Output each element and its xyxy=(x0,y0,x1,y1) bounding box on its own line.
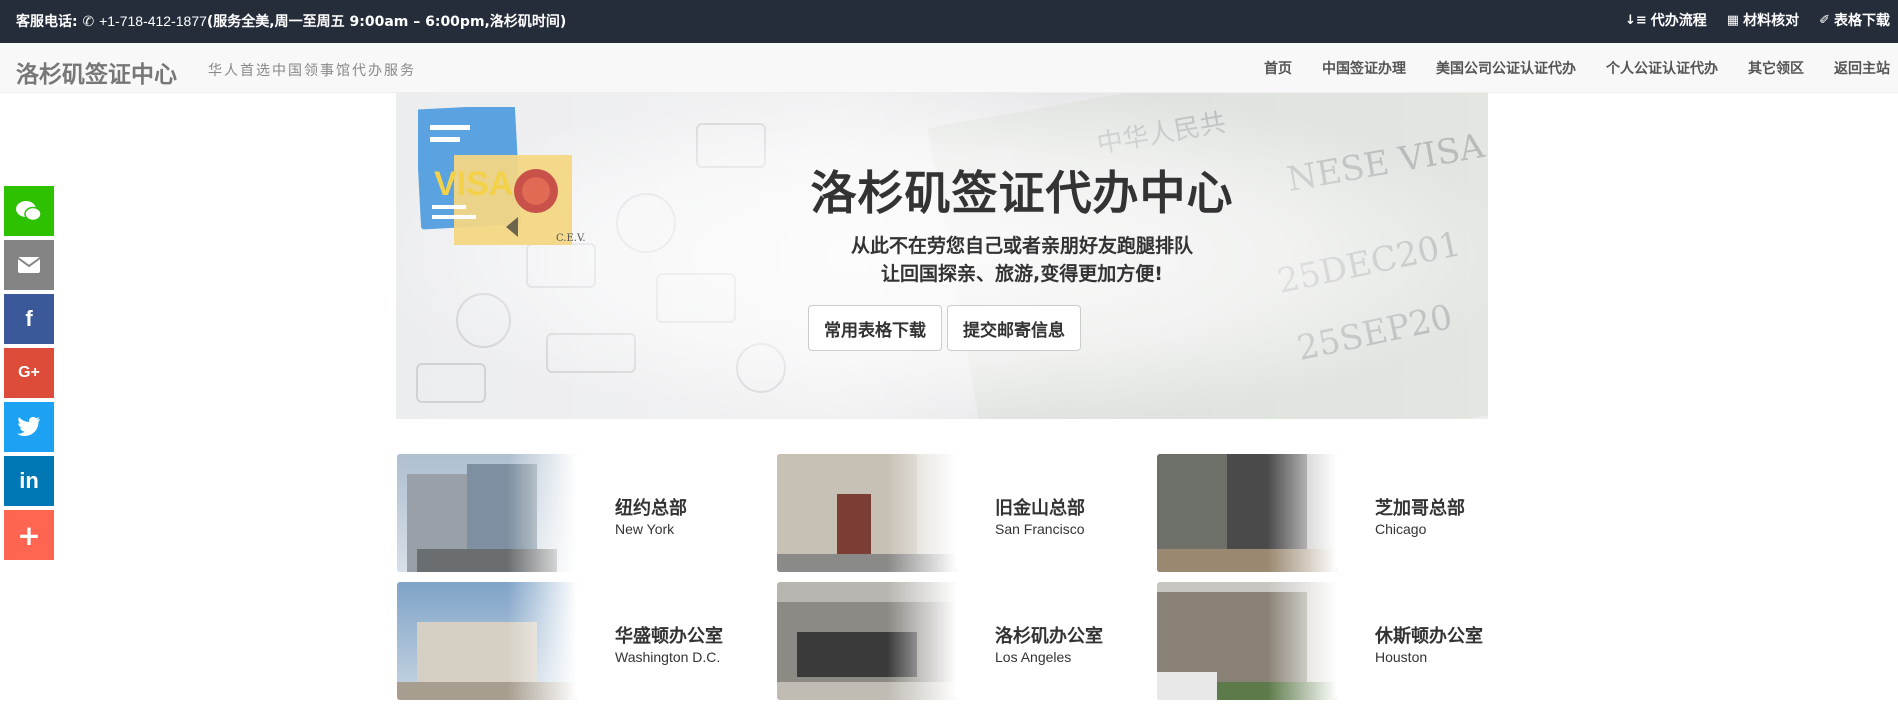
office-name-en: San Francisco xyxy=(995,521,1085,537)
twitter-icon xyxy=(17,417,40,436)
office-photo xyxy=(1157,454,1337,572)
main-navbar: 洛杉矶签证中心 华人首选中国领事馆代办服务 首页 中国签证办理 美国公司公证认证… xyxy=(0,43,1898,93)
forms-download-link[interactable]: ✐ 表格下载 xyxy=(1819,10,1890,30)
nav-item-home[interactable]: 首页 xyxy=(1264,58,1292,78)
site-tagline: 华人首选中国领事馆代办服务 xyxy=(208,63,416,79)
submit-mailing-info-button[interactable]: 提交邮寄信息 xyxy=(947,305,1081,351)
materials-check-label: 材料核对 xyxy=(1743,13,1800,29)
office-card-new-york[interactable]: 纽约总部 New York xyxy=(397,454,757,572)
office-name: 华盛顿办公室 xyxy=(615,626,723,647)
top-info-bar: 客服电话: ✆ +1-718-412-1877(服务全美,周一至周五 9:00a… xyxy=(0,0,1898,43)
office-card-chicago[interactable]: 芝加哥总部 Chicago xyxy=(1157,454,1517,572)
office-card-los-angeles[interactable]: 洛杉矶办公室 Los Angeles xyxy=(777,582,1137,700)
nav-item-company-notary[interactable]: 美国公司公证认证代办 xyxy=(1436,58,1576,78)
forms-download-button[interactable]: 常用表格下载 xyxy=(808,305,942,351)
google-plus-share-button[interactable]: G+ xyxy=(4,348,54,398)
office-photo xyxy=(1157,582,1337,700)
office-name: 纽约总部 xyxy=(615,498,687,519)
office-name-en: Los Angeles xyxy=(995,649,1072,665)
phone-label: 客服电话: xyxy=(16,14,78,30)
sort-icon: ↓≡ xyxy=(1625,12,1647,28)
office-name: 芝加哥总部 xyxy=(1375,498,1465,519)
phone-hours-note: (服务全美,周一至周五 9:00am – 6:00pm,洛杉矶时间) xyxy=(206,14,567,30)
facebook-icon: f xyxy=(25,306,33,331)
google-plus-icon: G+ xyxy=(18,364,40,381)
facebook-share-button[interactable]: f xyxy=(4,294,54,344)
nav-item-china-visa[interactable]: 中国签证办理 xyxy=(1322,58,1406,78)
site-brand[interactable]: 洛杉矶签证中心 xyxy=(16,55,177,89)
office-name: 休斯顿办公室 xyxy=(1375,626,1483,647)
office-name: 洛杉矶办公室 xyxy=(995,626,1103,647)
customer-service-phone: 客服电话: ✆ +1-718-412-1877(服务全美,周一至周五 9:00a… xyxy=(16,11,566,31)
office-photo xyxy=(397,582,577,700)
forms-download-label: 表格下载 xyxy=(1834,13,1890,29)
hero-actions: 常用表格下载 提交邮寄信息 xyxy=(808,305,1086,351)
nav-item-main-site[interactable]: 返回主站 xyxy=(1834,58,1890,78)
hero-subtitle-line1: 从此不在劳您自己或者亲朋好友跑腿排队 xyxy=(850,235,1193,257)
linkedin-share-button[interactable]: in xyxy=(4,456,54,506)
email-icon xyxy=(17,257,41,273)
twitter-share-button[interactable] xyxy=(4,402,54,452)
wechat-icon xyxy=(16,201,42,222)
checklist-icon: ▦ xyxy=(1726,12,1740,28)
office-photo xyxy=(397,454,577,572)
hero-banner: NESE VISA 25DEC201 25SEP20 中华人民共 VISA C.… xyxy=(396,93,1488,419)
wechat-share-button[interactable] xyxy=(4,186,54,236)
office-name-en: New York xyxy=(615,521,675,537)
top-quick-links: ↓≡ 代办流程 ▦ 材料核对 ✐ 表格下载 xyxy=(1625,10,1898,30)
phone-number[interactable]: +1-718-412-1877 xyxy=(99,13,207,29)
office-name-en: Chicago xyxy=(1375,521,1427,537)
more-share-button[interactable]: + xyxy=(4,510,54,560)
office-card-houston[interactable]: 休斯顿办公室 Houston xyxy=(1157,582,1517,700)
process-link-label: 代办流程 xyxy=(1650,13,1707,29)
materials-check-link[interactable]: ▦ 材料核对 xyxy=(1727,10,1799,30)
office-photo xyxy=(777,582,957,700)
phone-icon: ✆ xyxy=(82,14,95,30)
more-plus-icon: + xyxy=(17,518,41,552)
hero-subtitle-line2: 让回国探亲、旅游,变得更加方便! xyxy=(881,263,1163,285)
nav-menu: 首页 中国签证办理 美国公司公证认证代办 个人公证认证代办 其它领区 返回主站 xyxy=(1264,43,1898,93)
nav-item-other-regions[interactable]: 其它领区 xyxy=(1748,58,1804,78)
linkedin-icon: in xyxy=(19,468,39,493)
hero-title: 洛杉矶签证代办中心 xyxy=(810,166,1234,220)
process-link[interactable]: ↓≡ 代办流程 xyxy=(1625,10,1707,30)
office-photo xyxy=(777,454,957,572)
office-name-en: Washington D.C. xyxy=(615,649,721,665)
email-share-button[interactable] xyxy=(4,240,54,290)
office-name: 旧金山总部 xyxy=(995,498,1085,519)
office-card-san-francisco[interactable]: 旧金山总部 San Francisco xyxy=(777,454,1137,572)
paperclip-icon: ✐ xyxy=(1819,12,1830,28)
nav-item-personal-notary[interactable]: 个人公证认证代办 xyxy=(1606,58,1718,78)
office-card-washington[interactable]: 华盛顿办公室 Washington D.C. xyxy=(397,582,757,700)
office-name-en: Houston xyxy=(1375,649,1428,665)
social-share-bar: f G+ in + xyxy=(4,186,56,564)
